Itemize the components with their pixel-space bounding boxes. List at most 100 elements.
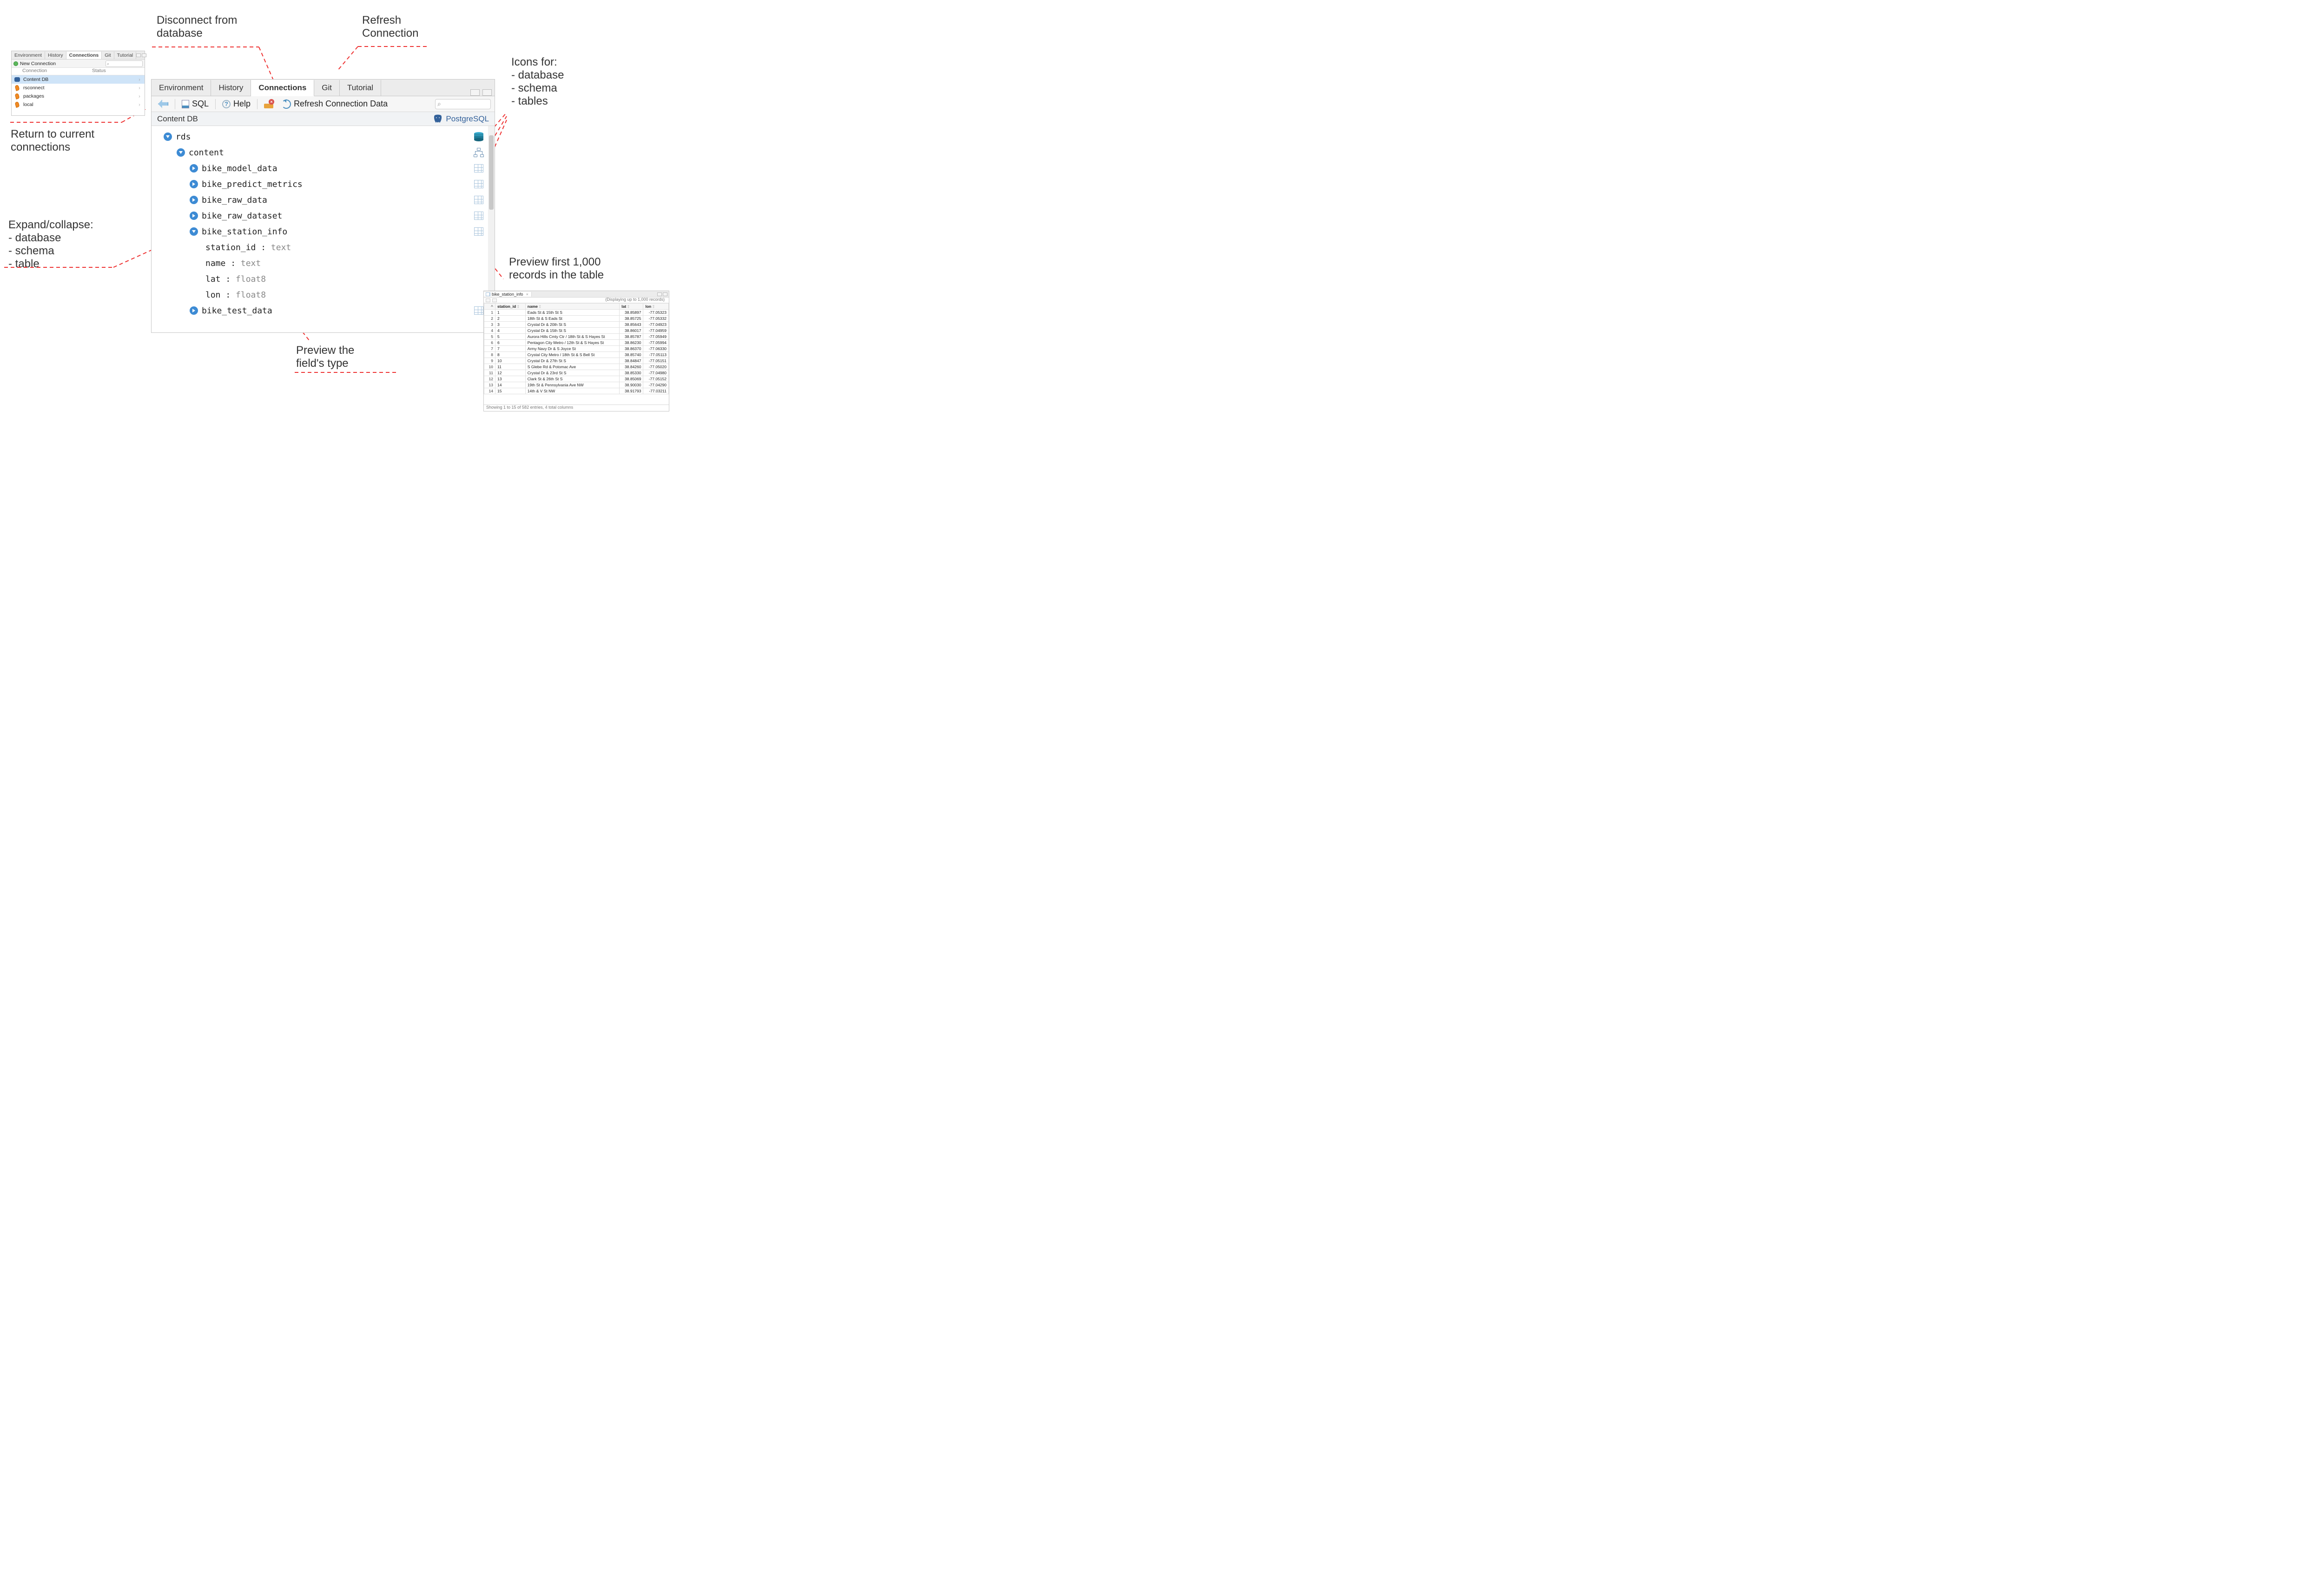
expander-icon[interactable] xyxy=(190,196,198,204)
maximize-icon[interactable] xyxy=(142,53,146,57)
close-icon[interactable]: × xyxy=(526,292,528,297)
tree-table[interactable]: bike_model_data xyxy=(156,160,465,176)
tree-schema[interactable]: content xyxy=(156,145,465,160)
expander-icon[interactable] xyxy=(190,306,198,315)
table-row[interactable]: 4 4 Crystal Dr & 15th St S 38.86017 -77.… xyxy=(484,328,669,334)
expander-icon[interactable] xyxy=(190,180,198,188)
refresh-button[interactable]: Refresh Connection Data xyxy=(279,98,390,110)
table-preview-icon[interactable] xyxy=(474,180,483,188)
minimize-icon[interactable] xyxy=(470,89,480,96)
scroll-thumb[interactable] xyxy=(489,135,494,210)
tree-table[interactable]: bike_raw_data xyxy=(156,192,465,208)
tree-database[interactable]: rds xyxy=(156,129,465,145)
column-header[interactable]: name ‡ xyxy=(525,304,619,310)
small-search-input[interactable] xyxy=(106,60,143,67)
cell-lat: 38.86017 xyxy=(620,328,643,334)
search-input[interactable] xyxy=(435,99,491,109)
connection-name: Content DB xyxy=(22,77,134,82)
tab-git[interactable]: Git xyxy=(314,80,340,96)
small-tab-connections[interactable]: Connections xyxy=(66,52,102,59)
table-row[interactable]: 13 14 19th St & Pennsylvania Ave NW 38.9… xyxy=(484,382,669,388)
table-preview-icon[interactable] xyxy=(474,306,483,315)
preview-filter-icon[interactable] xyxy=(492,298,497,302)
table-row[interactable]: 2 2 18th St & S Eads St 38.85725 -77.053… xyxy=(484,316,669,322)
table-row[interactable]: 6 6 Pentagon City Metro / 12th St & S Ha… xyxy=(484,340,669,346)
disconnect-button[interactable]: × xyxy=(261,99,276,109)
table-preview-icon[interactable] xyxy=(474,212,483,220)
table-row[interactable]: 1 1 Eads St & 15th St S 38.85897 -77.053… xyxy=(484,310,669,316)
connection-row[interactable]: Content DB › xyxy=(12,75,145,84)
callout-expand: Expand/collapse: - database - schema - t… xyxy=(8,219,93,271)
minimize-icon[interactable] xyxy=(657,292,662,296)
tree-table[interactable]: bike_predict_metrics xyxy=(156,176,465,192)
tab-environment[interactable]: Environment xyxy=(152,80,211,96)
cell-name: Eads St & 15th St S xyxy=(525,310,619,316)
search-icon: ⌕ xyxy=(107,61,109,66)
preview-back-icon[interactable] xyxy=(486,298,490,302)
new-connection-button[interactable]: New Connection xyxy=(20,61,56,66)
sql-button[interactable]: SQL xyxy=(179,98,211,110)
column-header[interactable]: lat ‡ xyxy=(620,304,643,310)
small-tab-environment[interactable]: Environment xyxy=(12,52,45,59)
small-search: ⌕ xyxy=(106,60,143,67)
tree-table[interactable]: bike_test_data xyxy=(156,303,465,318)
connection-row[interactable]: local › xyxy=(12,100,145,109)
column-header[interactable]: lon ‡ xyxy=(643,304,669,310)
maximize-icon[interactable] xyxy=(663,292,667,296)
cell-lon: -77.06330 xyxy=(643,346,669,352)
preview-tab-title: bike_station_info xyxy=(492,292,523,297)
tab-connections[interactable]: Connections xyxy=(251,80,314,96)
table-row[interactable]: 11 12 Crystal Dr & 23rd St S 38.85330 -7… xyxy=(484,370,669,376)
table-row[interactable]: 5 5 Aurora Hills Cmty Ctr / 18th St & S … xyxy=(484,334,669,340)
connections-list-panel: Environment History Connections Git Tuto… xyxy=(11,51,145,116)
expander-icon[interactable] xyxy=(190,212,198,220)
open-connection-icon[interactable]: › xyxy=(134,102,145,107)
cell-name: Crystal Dr & 15th St S xyxy=(525,328,619,334)
small-tab-history[interactable]: History xyxy=(45,52,66,59)
sql-label: SQL xyxy=(192,99,209,109)
table-row[interactable]: 8 8 Crystal City Metro / 18th St & S Bel… xyxy=(484,352,669,358)
expander-icon[interactable] xyxy=(190,164,198,172)
cell-station-id: 11 xyxy=(495,364,526,370)
tree-table-label: bike_raw_data xyxy=(202,195,267,205)
row-index: 7 xyxy=(484,346,495,352)
open-connection-icon[interactable]: › xyxy=(134,85,145,91)
preview-grid[interactable]: ^station_id ‡name ‡lat ‡lon ‡ 1 1 Eads S… xyxy=(484,303,669,394)
table-preview-icon[interactable] xyxy=(474,227,483,236)
tab-tutorial[interactable]: Tutorial xyxy=(340,80,381,96)
tab-history[interactable]: History xyxy=(211,80,251,96)
table-row[interactable]: 14 15 14th & V St NW 38.91793 -77.03211 xyxy=(484,388,669,394)
cell-lon: -77.05949 xyxy=(643,334,669,340)
small-tab-tutorial[interactable]: Tutorial xyxy=(114,52,137,59)
table-row[interactable]: 9 10 Crystal Dr & 27th St S 38.84847 -77… xyxy=(484,358,669,364)
maximize-icon[interactable] xyxy=(482,89,492,96)
tree-table[interactable]: bike_station_info xyxy=(156,224,465,239)
small-tab-git[interactable]: Git xyxy=(102,52,114,59)
expander-icon[interactable] xyxy=(164,133,172,141)
cell-lat: 38.91793 xyxy=(620,388,643,394)
minimize-icon[interactable] xyxy=(136,53,141,57)
back-button[interactable] xyxy=(155,99,171,109)
cell-lat: 38.86230 xyxy=(620,340,643,346)
expander-icon[interactable] xyxy=(190,227,198,236)
help-button[interactable]: ? Help xyxy=(219,98,253,110)
table-row[interactable]: 3 3 Crystal Dr & 20th St S 38.85643 -77.… xyxy=(484,322,669,328)
table-row[interactable]: 10 11 S Glebe Rd & Potomac Ave 38.84260 … xyxy=(484,364,669,370)
column-header[interactable]: station_id ‡ xyxy=(495,304,526,310)
connection-row[interactable]: packages › xyxy=(12,92,145,100)
table-row[interactable]: 12 13 Clark St & 26th St S 38.85069 -77.… xyxy=(484,376,669,382)
open-connection-icon[interactable]: › xyxy=(134,93,145,99)
tree-field-type: text xyxy=(241,259,261,268)
tree-database-label: rds xyxy=(176,132,191,142)
expander-icon[interactable] xyxy=(177,148,185,157)
tree-table[interactable]: bike_raw_dataset xyxy=(156,208,465,224)
table-row[interactable]: 7 7 Army Navy Dr & S Joyce St 38.86370 -… xyxy=(484,346,669,352)
cell-name: Army Navy Dr & S Joyce St xyxy=(525,346,619,352)
table-preview-icon[interactable] xyxy=(474,196,483,204)
db-engine-label: PostgreSQL xyxy=(446,114,489,124)
cell-station-id: 14 xyxy=(495,382,526,388)
preview-tab[interactable]: bike_station_info × xyxy=(484,292,532,297)
table-preview-icon[interactable] xyxy=(474,164,483,172)
open-connection-icon[interactable]: › xyxy=(134,77,145,82)
connection-row[interactable]: rsconnect › xyxy=(12,84,145,92)
